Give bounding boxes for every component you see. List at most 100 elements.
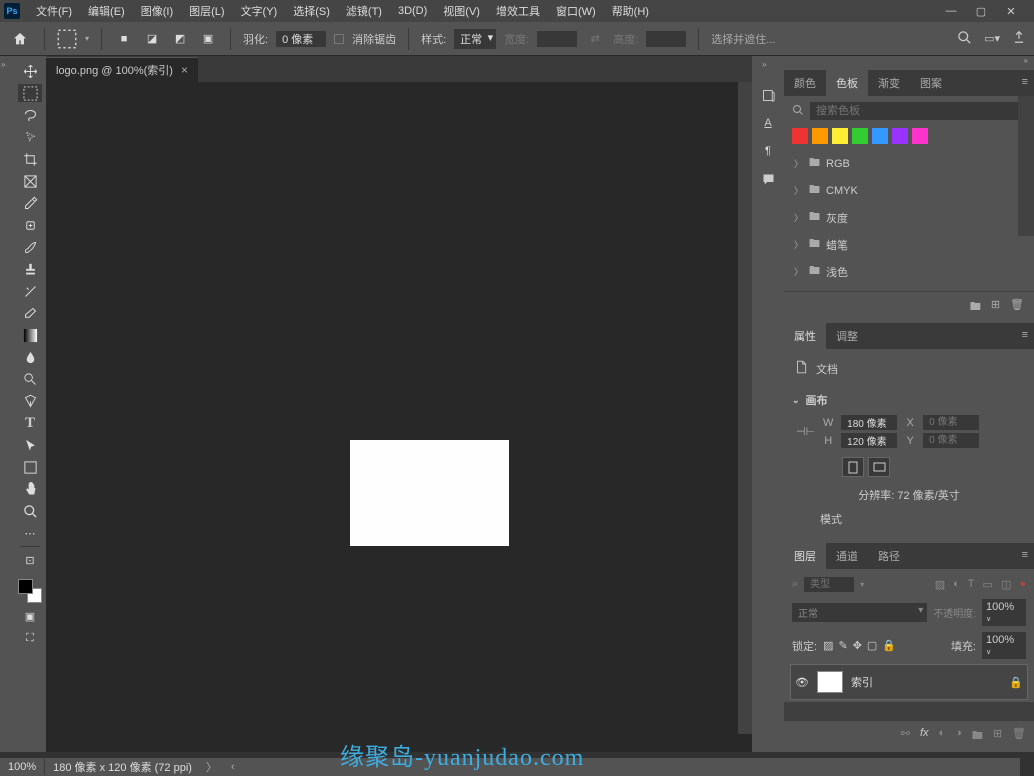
layer-row[interactable]: 👁 索引 🔒: [790, 664, 1028, 700]
swatch-folder-pencil[interactable]: 〉🖿蜡笔: [792, 231, 1026, 258]
swatch-folder-gray[interactable]: 〉🖿灰度: [792, 204, 1026, 231]
canvas-viewport[interactable]: [46, 82, 752, 752]
blur-tool[interactable]: [18, 348, 42, 366]
hand-tool[interactable]: [18, 480, 42, 498]
layer-mask-icon[interactable]: ◐: [939, 727, 946, 746]
lock-position-icon[interactable]: ✥: [853, 639, 862, 652]
gradient-tool[interactable]: [18, 326, 42, 344]
new-swatch-icon[interactable]: ⊞: [991, 298, 1000, 317]
panel-menu-icon[interactable]: ≡: [1022, 76, 1028, 88]
lock-pixels-icon[interactable]: ✎: [838, 639, 847, 652]
color-swatches[interactable]: [18, 579, 42, 603]
blend-mode-select[interactable]: 正常: [792, 603, 927, 622]
recent-swatch[interactable]: [912, 128, 928, 144]
healing-tool[interactable]: [18, 216, 42, 234]
adjustment-layer-icon[interactable]: ◑: [955, 727, 962, 746]
landscape-button[interactable]: [868, 457, 890, 477]
vertical-scrollbar[interactable]: [738, 82, 752, 734]
recent-swatch[interactable]: [892, 128, 908, 144]
canvas-section-header[interactable]: ⌄ 画布: [792, 388, 1026, 412]
opacity-input[interactable]: 100% ∨: [982, 599, 1026, 626]
selection-add-icon[interactable]: ◪: [142, 29, 162, 49]
menu-help[interactable]: 帮助(H): [604, 1, 657, 21]
swatch-folder-light[interactable]: 〉🖿浅色: [792, 258, 1026, 285]
selection-new-icon[interactable]: ■: [114, 29, 134, 49]
status-chevron-icon[interactable]: 〉: [200, 759, 223, 775]
tab-layers[interactable]: 图层: [784, 543, 826, 569]
fill-input[interactable]: 100% ∨: [982, 632, 1026, 659]
menu-select[interactable]: 选择(S): [285, 1, 338, 21]
brush-tool[interactable]: [18, 238, 42, 256]
link-layers-icon[interactable]: ⚯: [901, 727, 910, 746]
character-panel-icon[interactable]: A: [756, 114, 780, 132]
lock-all-icon[interactable]: 🔒: [882, 639, 896, 652]
new-group-icon[interactable]: 🖿: [972, 727, 983, 746]
selection-subtract-icon[interactable]: ◩: [170, 29, 190, 49]
layer-name-label[interactable]: 索引: [851, 674, 1001, 690]
history-panel-icon[interactable]: [756, 86, 780, 104]
menu-file[interactable]: 文件(F): [28, 1, 80, 21]
filter-adjust-icon[interactable]: ◐: [953, 578, 960, 591]
comments-panel-icon[interactable]: [756, 170, 780, 188]
menu-window[interactable]: 窗口(W): [548, 1, 604, 21]
edit-toolbar[interactable]: ⊡: [18, 551, 42, 569]
tab-color[interactable]: 颜色: [784, 70, 826, 96]
recent-swatch[interactable]: [812, 128, 828, 144]
document-tab[interactable]: logo.png @ 100%(索引) ×: [46, 57, 198, 82]
maximize-button[interactable]: ▢: [974, 5, 988, 18]
tab-close-icon[interactable]: ×: [181, 63, 188, 77]
menu-filter[interactable]: 滤镜(T): [338, 1, 390, 21]
menu-view[interactable]: 视图(V): [435, 1, 488, 21]
collapse-tools-icon[interactable]: »: [1, 60, 13, 72]
pen-tool[interactable]: [18, 392, 42, 410]
recent-swatch[interactable]: [852, 128, 868, 144]
lock-transparent-icon[interactable]: ▨: [823, 639, 833, 652]
move-tool[interactable]: [18, 62, 42, 80]
doc-dimensions[interactable]: 180 像素 x 120 像素 (72 ppi): [44, 759, 200, 775]
type-tool[interactable]: T: [18, 414, 42, 432]
lasso-tool[interactable]: [18, 106, 42, 124]
zoom-tool[interactable]: [18, 502, 42, 520]
layer-kind-filter[interactable]: [804, 577, 854, 592]
feather-input[interactable]: [276, 31, 326, 47]
scroll-left-icon[interactable]: ‹: [231, 761, 235, 773]
height-field[interactable]: [841, 433, 897, 448]
select-mask-button[interactable]: 选择并遮住...: [711, 31, 775, 47]
collapse-panels-icon[interactable]: »: [1024, 56, 1028, 70]
tab-swatches[interactable]: 色板: [826, 70, 868, 96]
marquee-tool[interactable]: [18, 84, 42, 102]
close-button[interactable]: ✕: [1004, 5, 1018, 18]
new-group-icon[interactable]: 🖿: [970, 298, 981, 317]
menu-type[interactable]: 文字(Y): [233, 1, 286, 21]
paragraph-panel-icon[interactable]: ¶: [756, 142, 780, 160]
panel-menu-icon[interactable]: ≡: [1022, 549, 1028, 561]
tab-gradients[interactable]: 渐变: [868, 70, 910, 96]
eyedropper-tool[interactable]: [18, 194, 42, 212]
path-select-tool[interactable]: [18, 436, 42, 454]
panel-menu-icon[interactable]: ≡: [1022, 329, 1028, 341]
style-select[interactable]: 正常: [454, 29, 496, 49]
marquee-tool-indicator[interactable]: [57, 29, 77, 49]
selection-intersect-icon[interactable]: ▣: [198, 29, 218, 49]
width-field[interactable]: [841, 415, 897, 430]
fg-color[interactable]: [18, 579, 33, 594]
filter-smart-icon[interactable]: ◫: [1001, 578, 1011, 591]
menu-layer[interactable]: 图层(L): [181, 1, 232, 21]
swatch-search-input[interactable]: [810, 102, 1026, 120]
delete-layer-icon[interactable]: 🗑: [1012, 727, 1026, 746]
lock-indicator-icon[interactable]: 🔒: [1009, 676, 1023, 689]
eraser-tool[interactable]: [18, 304, 42, 322]
screen-mode[interactable]: ⛶: [18, 629, 42, 647]
crop-tool[interactable]: [18, 150, 42, 168]
tab-paths[interactable]: 路径: [868, 543, 910, 569]
menu-plugins[interactable]: 增效工具: [488, 1, 548, 21]
portrait-button[interactable]: [842, 457, 864, 477]
visibility-icon[interactable]: 👁: [795, 676, 809, 689]
search-icon[interactable]: [957, 30, 972, 48]
share-icon[interactable]: [1012, 30, 1026, 47]
tab-channels[interactable]: 通道: [826, 543, 868, 569]
recent-swatch[interactable]: [792, 128, 808, 144]
home-button[interactable]: [8, 27, 32, 51]
layers-empty-area[interactable]: [784, 702, 1034, 721]
tab-properties[interactable]: 属性: [784, 323, 826, 349]
